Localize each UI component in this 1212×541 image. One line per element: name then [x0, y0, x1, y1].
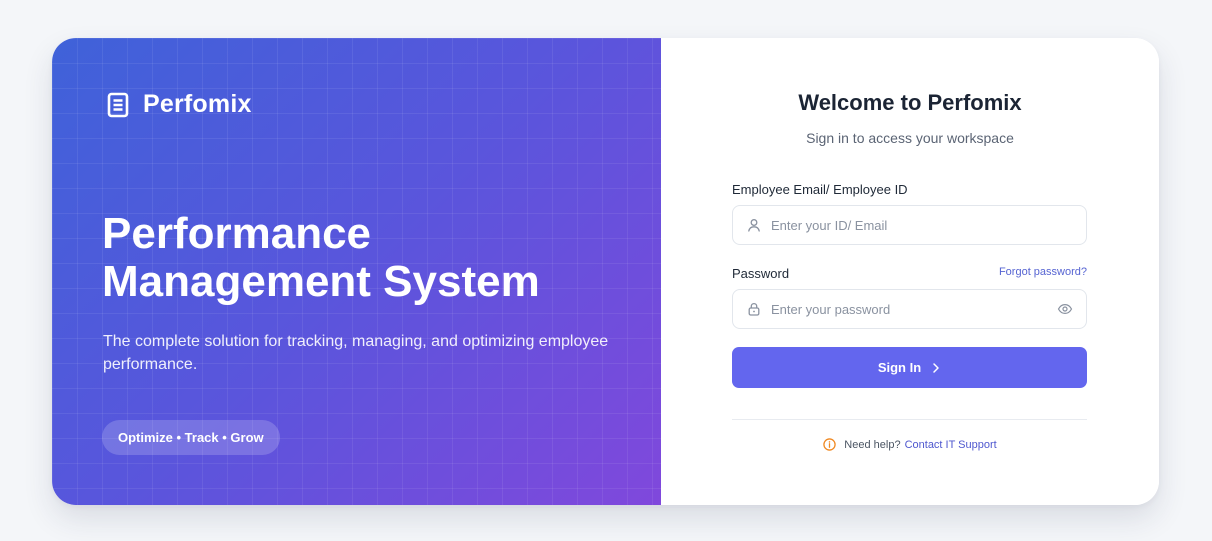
login-card: Perfomix Performance Management System T…	[52, 38, 1159, 505]
hero-headline-line2: Management System	[102, 257, 540, 306]
login-panel: Welcome to Perfomix Sign in to access yo…	[661, 38, 1159, 505]
hero-headline-line1: Performance	[102, 209, 372, 258]
help-text: Need help?	[844, 438, 901, 451]
hero-panel: Perfomix Performance Management System T…	[52, 38, 661, 505]
hero-headline: Performance Management System	[102, 210, 622, 306]
email-label: Employee Email/ Employee ID	[732, 182, 908, 197]
brand: Perfomix	[107, 90, 252, 119]
hero-tagline: The complete solution for tracking, mana…	[103, 333, 609, 373]
sign-in-label: Sign In	[877, 360, 922, 375]
email-field[interactable]	[732, 205, 1087, 245]
divider	[732, 419, 1087, 420]
motto-pill: Optimize • Track • Grow	[102, 420, 280, 455]
document-list-icon	[107, 92, 129, 117]
email-input[interactable]	[771, 217, 1086, 233]
password-field[interactable]	[732, 289, 1087, 329]
login-subtitle: Sign in to access your workspace	[806, 130, 1014, 146]
chevron-right-icon	[933, 362, 939, 373]
contact-it-support-link[interactable]: Contact IT Support	[905, 439, 997, 451]
lock-icon	[748, 303, 760, 316]
forgot-password-link[interactable]: Forgot password?	[999, 266, 1087, 278]
login-title: Welcome to Perfomix	[798, 90, 1022, 115]
user-icon	[748, 219, 760, 232]
eye-icon[interactable]	[1057, 301, 1073, 317]
password-label: Password	[732, 266, 790, 281]
brand-name: Perfomix	[143, 90, 252, 118]
help-row: Need help? Contact IT Support	[661, 438, 1159, 451]
sign-in-button[interactable]: Sign In	[732, 347, 1087, 388]
info-icon	[823, 438, 837, 451]
password-input[interactable]	[771, 301, 1057, 317]
